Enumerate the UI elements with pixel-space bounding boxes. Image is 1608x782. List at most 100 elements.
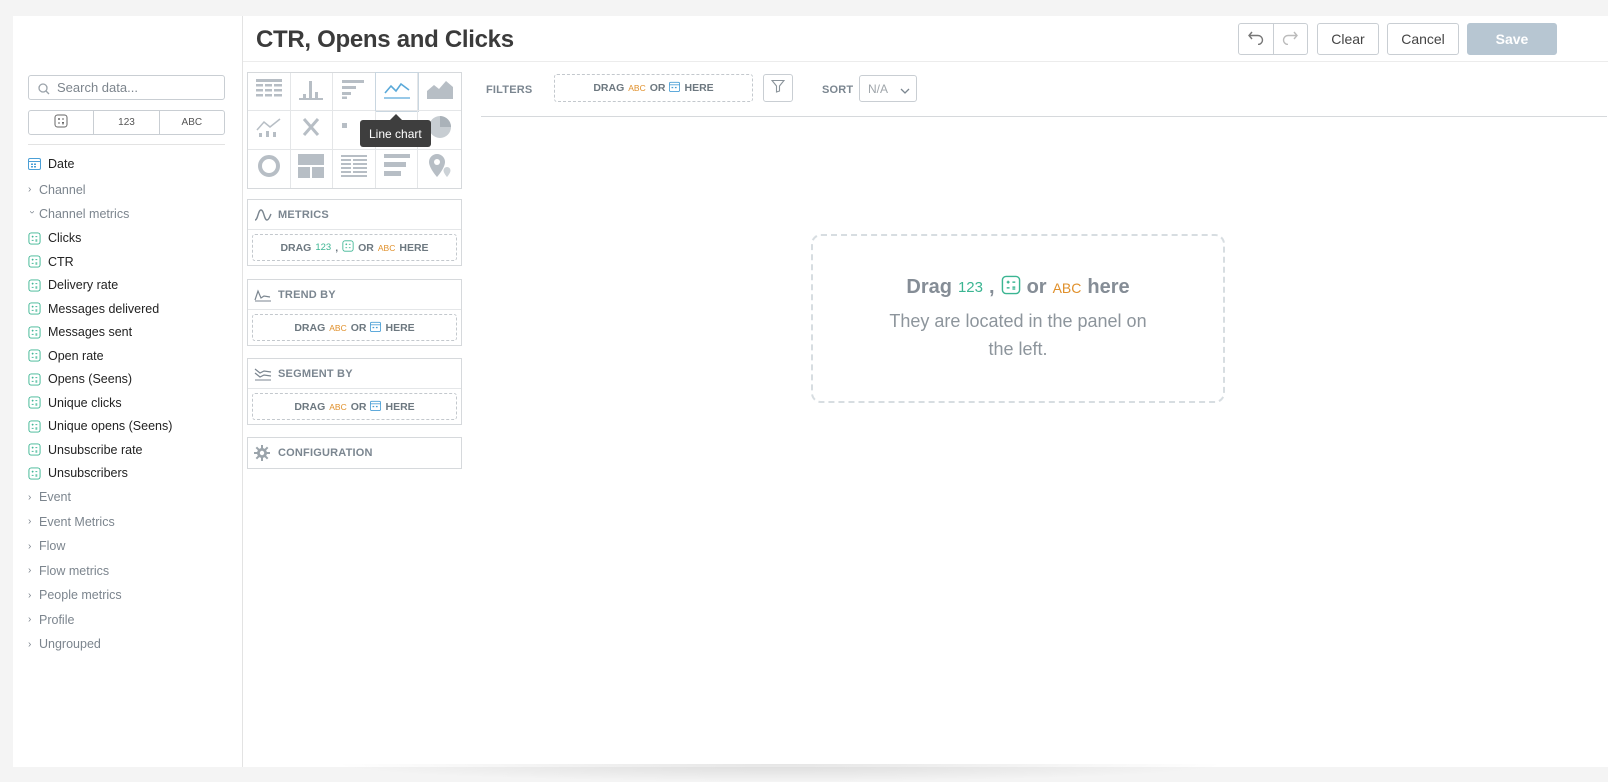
tree-item-metric[interactable]: Unique clicks <box>28 391 233 415</box>
drop-here: HERE <box>399 241 429 254</box>
tree-group-label: Profile <box>39 612 75 627</box>
filter-button[interactable] <box>763 74 793 102</box>
chart-type-bar[interactable] <box>333 73 376 112</box>
calendar-icon <box>28 157 41 171</box>
filter-numeric-button[interactable]: 123 <box>94 111 160 134</box>
line-chart-icon <box>383 79 410 104</box>
filters-drop-zone[interactable]: DRAG ABC OR HERE <box>554 74 753 102</box>
tree-item-date[interactable]: Date <box>28 152 233 176</box>
tree-group[interactable]: › Ungrouped <box>28 632 233 657</box>
chart-type-area[interactable] <box>418 73 461 112</box>
chart-type-combo[interactable] <box>248 111 291 150</box>
chevron-right-icon: › <box>28 491 32 503</box>
list-chart-icon <box>383 154 410 183</box>
redo-button[interactable] <box>1274 24 1308 54</box>
chevron-right-icon: › <box>28 638 32 650</box>
tree-group-label: Flow <box>39 539 66 554</box>
metric-icon <box>28 443 41 456</box>
drop-or: OR <box>649 82 666 94</box>
bar-chart-icon <box>341 79 366 104</box>
metrics-drop-zone[interactable]: DRAG 123 , OR ABC HERE <box>252 234 457 261</box>
tree-item-label: Messages delivered <box>48 301 160 316</box>
metrics-panel: METRICS DRAG 123 , OR ABC HERE <box>247 199 462 266</box>
undo-button[interactable] <box>1239 24 1274 54</box>
metric-icon <box>28 326 41 339</box>
redo-icon <box>1281 29 1299 50</box>
tree-item-metric[interactable]: CTR <box>28 250 233 274</box>
x-icon <box>302 117 320 142</box>
tree-group[interactable]: › Event <box>28 485 233 510</box>
tree-item-label: Opens (Seens) <box>48 372 133 387</box>
text-tag: ABC <box>377 242 396 253</box>
text-tag: ABC <box>1052 279 1082 296</box>
trend-by-panel: TREND BY DRAG ABC OR HERE <box>247 279 462 346</box>
sort-select[interactable]: N/A <box>859 75 917 102</box>
chevron-down-icon <box>900 84 910 98</box>
chart-type-list[interactable] <box>376 149 419 188</box>
chart-type-donut[interactable] <box>248 149 291 188</box>
metric-icon <box>1001 275 1021 301</box>
drop-here: HERE <box>385 321 415 334</box>
tree-group-label: Flow metrics <box>39 563 110 578</box>
tree-item-metric[interactable]: Open rate <box>28 344 233 368</box>
chart-type-kpi[interactable] <box>290 111 334 150</box>
chevron-right-icon: › <box>28 540 32 552</box>
tree-group-channel[interactable]: › Channel <box>28 178 233 203</box>
metrics-title: METRICS <box>278 208 329 221</box>
data-tree: Date › Channel › Channel metrics Clicks C… <box>27 152 233 657</box>
tree-group[interactable]: › Profile <box>28 608 233 633</box>
clear-button[interactable]: Clear <box>1317 23 1379 55</box>
chart-type-treemap[interactable] <box>291 149 334 188</box>
tree-item-metric[interactable]: Messages sent <box>28 321 233 345</box>
drop-here: HERE <box>385 400 415 413</box>
save-button[interactable]: Save <box>1467 23 1557 55</box>
tree-item-metric[interactable]: Unsubscribers <box>28 462 233 486</box>
tree-item-metric[interactable]: Messages delivered <box>28 297 233 321</box>
metric-icon <box>28 279 41 292</box>
trend-by-drop-zone[interactable]: DRAG ABC OR HERE <box>252 314 457 341</box>
drop-or: OR <box>350 400 367 413</box>
wave-icon <box>254 208 272 222</box>
trend-icon <box>254 288 272 302</box>
chevron-right-icon: › <box>28 614 32 626</box>
tree-group-label: Channel <box>39 182 86 197</box>
tree-item-label: Unsubscribers <box>48 466 128 481</box>
chart-type-map[interactable] <box>418 150 461 188</box>
chart-drop-zone[interactable]: Drag 123 , or ABC here They are located … <box>811 234 1225 403</box>
tree-item-metric[interactable]: Delivery rate <box>28 274 233 298</box>
empty-here: here <box>1087 276 1130 298</box>
funnel-icon <box>770 79 786 98</box>
tree-group[interactable]: › People metrics <box>28 583 233 608</box>
metric-icon <box>54 114 68 131</box>
search-box[interactable] <box>28 75 225 100</box>
tree-group[interactable]: › Event Metrics <box>28 510 233 535</box>
filter-metric-button[interactable] <box>29 111 95 134</box>
chart-type-line[interactable] <box>374 71 420 113</box>
chart-type-pivot[interactable] <box>333 149 376 188</box>
chart-type-column[interactable] <box>290 73 334 112</box>
tree-group[interactable]: › Flow <box>28 534 233 559</box>
tree-group[interactable]: › Flow metrics <box>28 559 233 584</box>
tree-item-label: Unique clicks <box>48 395 122 410</box>
tree-item-metric[interactable]: Unsubscribe rate <box>28 438 233 462</box>
tree-group-channel-metrics[interactable]: › Channel metrics <box>27 202 233 227</box>
sort-value: N/A <box>868 81 889 96</box>
search-icon <box>38 82 50 100</box>
area-chart-icon <box>426 79 453 104</box>
tree-item-metric[interactable]: Clicks <box>28 227 233 251</box>
segment-by-drop-zone[interactable]: DRAG ABC OR HERE <box>252 393 457 420</box>
cancel-button[interactable]: Cancel <box>1387 23 1459 55</box>
page-title: CTR, Opens and Clicks <box>256 26 514 53</box>
metric-icon <box>28 373 41 386</box>
chart-type-table[interactable] <box>248 73 291 112</box>
filter-text-button[interactable]: ABC <box>160 111 224 134</box>
configuration-panel[interactable]: CONFIGURATION <box>247 437 462 469</box>
empty-state-hint: They are located in the panel on the lef… <box>889 310 1147 359</box>
metric-icon <box>28 302 41 315</box>
empty-comma: , <box>989 276 995 298</box>
search-input[interactable] <box>57 78 217 97</box>
segment-by-panel: SEGMENT BY DRAG ABC OR HERE <box>247 358 462 425</box>
tree-item-metric[interactable]: Opens (Seens) <box>28 368 233 392</box>
tree-item-metric[interactable]: Unique opens (Seens) <box>28 415 233 439</box>
tree-item-label: Clicks <box>48 231 82 246</box>
